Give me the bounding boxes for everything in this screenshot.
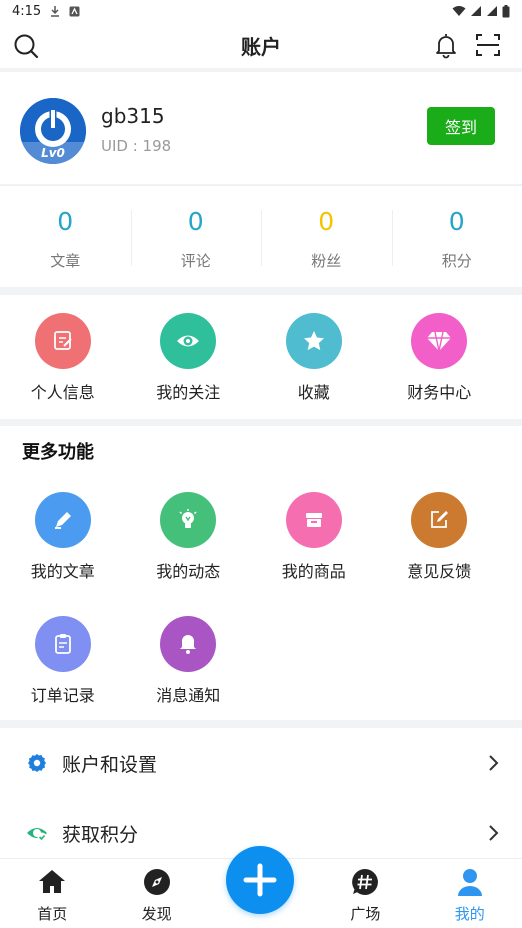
compass-icon — [143, 869, 170, 895]
more-label: 意见反馈 — [407, 562, 472, 581]
hash-chat-icon — [352, 869, 379, 895]
stat-articles[interactable]: 0 文章 — [0, 186, 131, 287]
stat-value: 0 — [448, 207, 465, 236]
more-functions: 更多功能 我的文章 我的动态 我的商品 意见反馈 订单记录 消息通知 — [0, 426, 522, 720]
stat-label: 积分 — [441, 252, 472, 270]
stat-label: 评论 — [180, 252, 211, 270]
settings-menu: 账户和设置 获取积分 — [0, 728, 522, 858]
quick-label: 财务中心 — [407, 383, 472, 402]
lightbulb-icon — [160, 492, 217, 548]
quick-personal-info[interactable]: 个人信息 — [0, 295, 126, 419]
chevron-right-icon — [489, 825, 499, 841]
quick-label: 我的关注 — [156, 383, 221, 402]
stat-comments[interactable]: 0 评论 — [130, 186, 262, 287]
stat-value: 0 — [187, 207, 204, 236]
section-title: 更多功能 — [22, 442, 94, 463]
more-label: 订单记录 — [30, 686, 95, 705]
edit-icon — [34, 313, 91, 369]
home-icon — [39, 870, 66, 893]
more-notifications[interactable]: 消息通知 — [126, 616, 252, 706]
menu-account-settings[interactable]: 账户和设置 — [0, 728, 522, 798]
publish-button[interactable] — [226, 846, 294, 914]
menu-label: 获取积分 — [62, 823, 139, 846]
menu-label: 账户和设置 — [62, 753, 158, 776]
quick-following[interactable]: 我的关注 — [126, 295, 252, 419]
status-bar: 4:15 — [0, 0, 522, 22]
stat-label: 粉丝 — [311, 252, 342, 270]
clipboard-icon — [34, 616, 91, 672]
stat-label: 文章 — [50, 252, 81, 270]
stat-fans[interactable]: 0 粉丝 — [261, 186, 392, 287]
plus-icon — [243, 863, 277, 897]
tab-home[interactable]: 首页 — [0, 859, 104, 928]
shop-icon — [285, 492, 342, 548]
search-icon[interactable] — [12, 32, 40, 60]
tab-mine[interactable]: 我的 — [418, 859, 522, 928]
tab-discover[interactable]: 发现 — [104, 859, 208, 928]
more-label: 我的商品 — [281, 562, 346, 581]
signal-icon-2 — [487, 6, 497, 16]
stat-value: 0 — [318, 207, 335, 236]
tab-label: 广场 — [350, 905, 381, 923]
user-icon — [457, 869, 482, 896]
quick-finance[interactable]: 财务中心 — [377, 295, 503, 419]
more-label: 消息通知 — [156, 686, 221, 705]
more-feedback[interactable]: 意见反馈 — [377, 492, 503, 582]
tab-label: 首页 — [37, 905, 68, 923]
user-uid: UID : 198 — [101, 137, 172, 155]
scan-icon[interactable] — [474, 31, 502, 59]
more-order-records[interactable]: 订单记录 — [0, 616, 126, 706]
avatar[interactable]: Lv0 — [20, 98, 86, 164]
stats-row: 0 文章 0 评论 0 粉丝 0 积分 — [0, 185, 522, 287]
battery-icon — [502, 4, 510, 17]
diamond-icon — [411, 313, 468, 369]
chevron-right-icon — [489, 755, 499, 771]
quick-label: 个人信息 — [30, 383, 95, 402]
more-my-dynamics[interactable]: 我的动态 — [126, 492, 252, 582]
star-icon — [285, 313, 342, 369]
tab-square[interactable]: 广场 — [313, 859, 417, 928]
notification-bell-icon[interactable] — [432, 31, 460, 59]
tab-label: 发现 — [141, 905, 172, 923]
username: gb315 — [101, 104, 165, 128]
feedback-icon — [411, 492, 468, 548]
gear-icon — [28, 754, 46, 772]
eye-icon — [160, 313, 217, 369]
quick-label: 收藏 — [297, 383, 330, 402]
tab-label: 我的 — [454, 905, 485, 923]
more-label: 我的文章 — [30, 562, 95, 581]
app-notification-icon — [69, 6, 80, 16]
more-my-products[interactable]: 我的商品 — [251, 492, 377, 582]
eye-points-icon — [27, 828, 47, 842]
wifi-icon — [452, 6, 466, 16]
app-header: 账户 — [0, 22, 522, 68]
status-time: 4:15 — [12, 3, 42, 19]
stat-points[interactable]: 0 积分 — [391, 186, 522, 287]
signal-icon — [471, 6, 481, 16]
quick-actions: 个人信息 我的关注 收藏 财务中心 — [0, 295, 522, 419]
more-label: 我的动态 — [156, 562, 221, 581]
bell-icon — [160, 616, 217, 672]
page-title: 账户 — [241, 34, 281, 59]
more-row: 我的文章 我的动态 我的商品 意见反馈 — [0, 492, 522, 582]
more-my-articles[interactable]: 我的文章 — [0, 492, 126, 582]
checkin-button[interactable]: 签到 — [427, 107, 495, 145]
pencil-icon — [34, 492, 91, 548]
download-icon — [51, 6, 60, 17]
more-row: 订单记录 消息通知 — [0, 616, 522, 706]
quick-favorites[interactable]: 收藏 — [251, 295, 377, 419]
stat-value: 0 — [57, 207, 74, 236]
profile-card[interactable]: Lv0 gb315 UID : 198 签到 — [0, 72, 522, 184]
level-badge: Lv0 — [20, 142, 86, 164]
